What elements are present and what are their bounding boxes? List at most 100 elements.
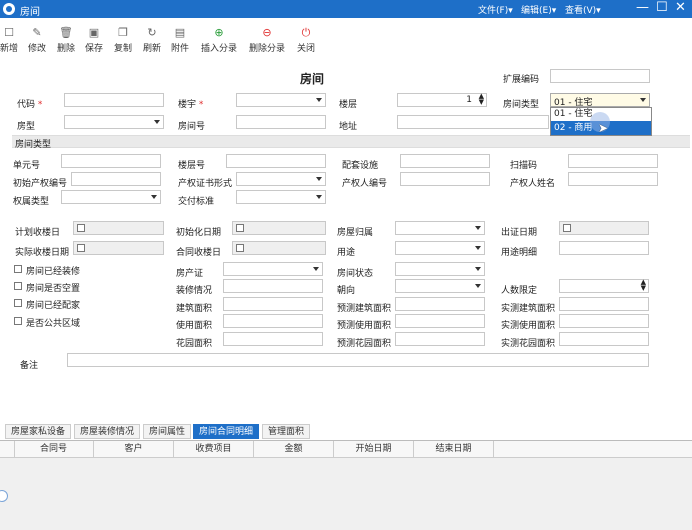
actual-garden-area-input[interactable] xyxy=(559,332,649,346)
menu-edit[interactable]: 编辑(E)▾ xyxy=(521,3,556,16)
code-label: 代码 * xyxy=(17,100,43,110)
facilities-label: 配套设施 xyxy=(342,161,379,171)
room-no-input[interactable] xyxy=(236,115,326,129)
new-button[interactable]: ☐ 新增 xyxy=(0,26,18,56)
col-contract-no[interactable]: 合同号 xyxy=(14,441,94,457)
col-charge-item[interactable]: 收费项目 xyxy=(174,441,254,457)
chevron-down-icon xyxy=(640,98,646,102)
table-body xyxy=(0,458,692,530)
actual-receive-date[interactable] xyxy=(73,241,164,255)
insert-row-button[interactable]: ⊕ 插入分录 xyxy=(199,26,239,56)
delete-icon: 🗑 xyxy=(59,26,73,39)
building-area-input[interactable] xyxy=(223,297,323,311)
save-button[interactable]: ▣ 保存 xyxy=(84,26,104,56)
new-icon: ☐ xyxy=(4,26,14,39)
room-type-select[interactable]: 01 - 住宅 xyxy=(550,93,650,108)
plan-receive-date[interactable] xyxy=(73,221,164,235)
minimize-icon[interactable]: — xyxy=(636,1,649,15)
title-bar: 房间 文件(F)▾ 编辑(E)▾ 查看(V)▾ — ☐ ✕ xyxy=(0,0,692,18)
date-checkbox[interactable] xyxy=(563,224,571,232)
cert-date[interactable] xyxy=(559,221,649,235)
owner-name-label: 产权人姓名 xyxy=(510,179,556,189)
building-select[interactable] xyxy=(236,93,326,107)
remarks-input[interactable] xyxy=(67,353,649,367)
copy-button[interactable]: ❐ 复制 xyxy=(113,26,133,56)
menu-view[interactable]: 查看(V)▾ xyxy=(565,3,601,16)
vacant-label: 房间是否空置 xyxy=(26,284,81,294)
public-area-label: 是否公共区域 xyxy=(26,319,81,329)
public-area-checkbox[interactable] xyxy=(14,317,22,325)
code-input[interactable] xyxy=(64,93,164,107)
attachment-button[interactable]: ▤ 附件 xyxy=(170,26,190,56)
pred-building-area-input[interactable] xyxy=(395,297,485,311)
orientation-select[interactable] xyxy=(395,279,485,293)
initial-cert-input[interactable] xyxy=(71,172,161,186)
layout-select[interactable] xyxy=(64,115,164,129)
usage-detail-input[interactable] xyxy=(559,241,649,255)
usable-area-input[interactable] xyxy=(223,314,323,328)
scan-code-input[interactable] xyxy=(568,154,658,168)
renovated-checkbox[interactable] xyxy=(14,265,22,273)
tab-furniture[interactable]: 房屋家私设备 xyxy=(5,424,72,439)
col-amount[interactable]: 金额 xyxy=(254,441,334,457)
pred-garden-area-input[interactable] xyxy=(395,332,485,346)
close-button[interactable]: ⏻ 关闭 xyxy=(295,26,317,56)
refresh-icon: ↻ xyxy=(147,26,157,39)
date-checkbox[interactable] xyxy=(77,224,85,232)
actual-building-area-input[interactable] xyxy=(559,297,649,311)
furnished-checkbox[interactable] xyxy=(14,299,22,307)
owner-name-input[interactable] xyxy=(568,172,658,186)
date-checkbox[interactable] xyxy=(77,244,85,252)
init-date[interactable] xyxy=(232,221,326,235)
floor-stepper[interactable]: 1 ▲ ▼ xyxy=(397,93,487,107)
property-cert-select[interactable] xyxy=(223,262,323,276)
delete-row-icon: ⊖ xyxy=(262,26,272,39)
date-checkbox[interactable] xyxy=(236,224,244,232)
tab-attributes[interactable]: 房间属性 xyxy=(143,424,192,439)
close-icon[interactable]: ✕ xyxy=(675,1,686,15)
facilities-input[interactable] xyxy=(400,154,490,168)
delete-button[interactable]: 🗑 删除 xyxy=(56,26,76,56)
owner-no-input[interactable] xyxy=(400,172,490,186)
floor-no-input[interactable] xyxy=(226,154,326,168)
house-belong-select[interactable] xyxy=(395,221,485,235)
address-input[interactable] xyxy=(397,115,549,129)
cert-form-select[interactable] xyxy=(236,172,326,186)
building-area-label: 建筑面积 xyxy=(176,304,213,314)
tab-managed-area[interactable]: 管理面积 xyxy=(262,424,311,439)
delete-row-button[interactable]: ⊖ 删除分录 xyxy=(247,26,287,56)
room-type-label: 房间类型 xyxy=(503,100,540,110)
occupancy-limit-stepper[interactable]: ▲ ▼ xyxy=(559,279,649,293)
contract-receive-date[interactable] xyxy=(232,241,326,255)
vacant-checkbox[interactable] xyxy=(14,282,22,290)
refresh-button[interactable]: ↻ 刷新 xyxy=(142,26,162,56)
usage-select[interactable] xyxy=(395,241,485,255)
house-belong-label: 房屋归属 xyxy=(337,228,374,238)
tab-contract-details[interactable]: 房间合同明细 xyxy=(193,424,260,439)
edit-button[interactable]: ✎ 修改 xyxy=(27,26,47,56)
spinner-icon[interactable]: ▲ ▼ xyxy=(641,279,646,292)
date-checkbox[interactable] xyxy=(236,244,244,252)
garden-area-input[interactable] xyxy=(223,332,323,346)
col-start-date[interactable]: 开始日期 xyxy=(334,441,414,457)
spinner-icon[interactable]: ▲ ▼ xyxy=(479,93,484,106)
maximize-icon[interactable]: ☐ xyxy=(656,1,668,15)
property-cert-label: 房产证 xyxy=(176,269,204,279)
power-icon: ⏻ xyxy=(301,26,311,39)
col-end-date[interactable]: 结束日期 xyxy=(414,441,494,457)
ext-code-input[interactable] xyxy=(550,69,650,83)
furnished-label: 房间已经配家 xyxy=(26,301,81,311)
actual-receive-label: 实际收楼日期 xyxy=(15,248,70,258)
init-date-label: 初始化日期 xyxy=(176,228,222,238)
pred-building-area-label: 预测建筑面积 xyxy=(337,304,392,314)
delivery-std-select[interactable] xyxy=(236,190,326,204)
actual-usable-area-input[interactable] xyxy=(559,314,649,328)
unit-no-input[interactable] xyxy=(61,154,161,168)
pred-usable-area-input[interactable] xyxy=(395,314,485,328)
renovation-status-input[interactable] xyxy=(223,279,323,293)
ownership-type-select[interactable] xyxy=(61,190,161,204)
menu-file[interactable]: 文件(F)▾ xyxy=(478,3,513,16)
col-customer[interactable]: 客户 xyxy=(94,441,174,457)
tab-renovation[interactable]: 房屋装修情况 xyxy=(74,424,141,439)
room-status-select[interactable] xyxy=(395,262,485,276)
